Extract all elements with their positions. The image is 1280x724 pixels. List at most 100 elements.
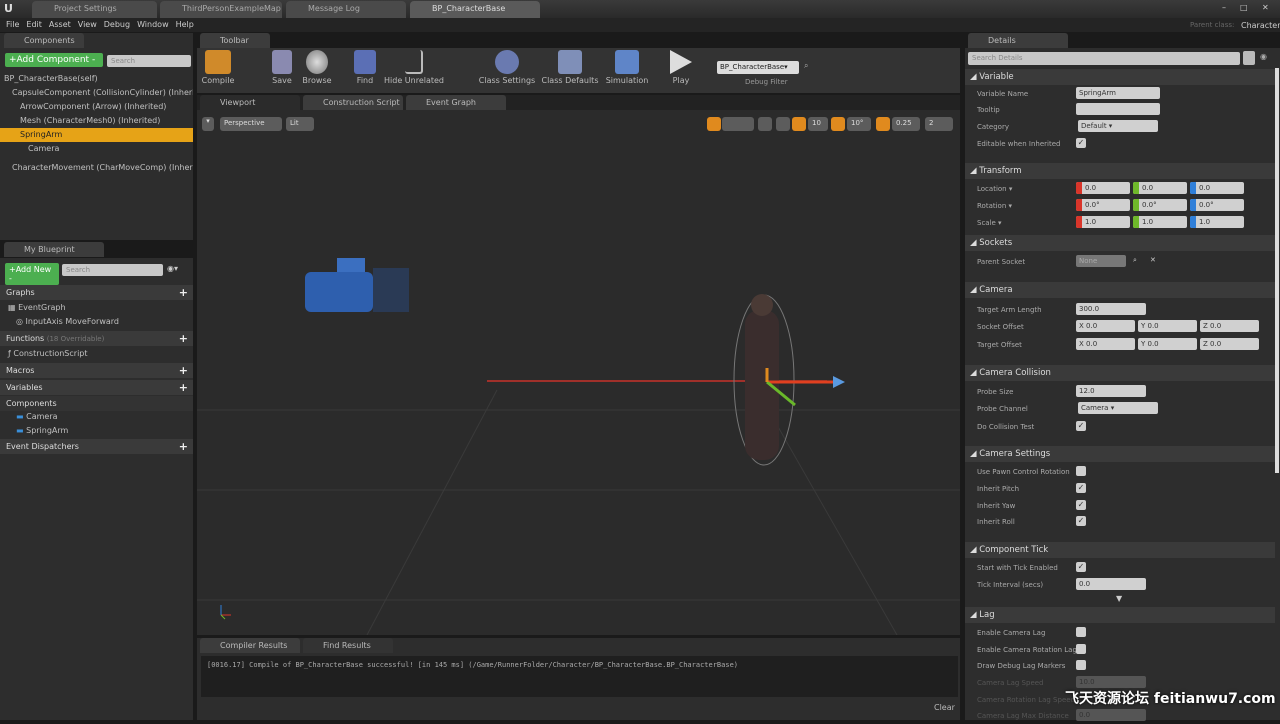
component-item[interactable]: BP_CharacterBase(self) <box>0 72 193 86</box>
menu-help[interactable]: Help <box>176 18 201 32</box>
probe-channel-dropdown[interactable]: Camera ▾ <box>1078 402 1158 414</box>
details-scrollbar[interactable] <box>1275 68 1279 473</box>
component-item[interactable]: CapsuleComponent (CollisionCylinder) (In… <box>0 86 193 100</box>
world-local-icon[interactable] <box>758 117 772 131</box>
editable-when-inherited-checkbox[interactable]: ✓ <box>1076 138 1086 148</box>
play-button[interactable]: Play <box>664 50 698 85</box>
do-collision-test-checkbox[interactable]: ✓ <box>1076 421 1086 431</box>
component-item[interactable]: SpringArm <box>0 128 193 142</box>
section-functions[interactable]: Functions (18 Overridable) + <box>0 331 193 346</box>
scale-x-input[interactable]: 1.0 <box>1076 216 1130 228</box>
section-transform[interactable]: ◢ Transform <box>965 163 1275 179</box>
menu-view[interactable]: View <box>78 18 104 32</box>
perspective-button[interactable]: Perspective <box>220 117 282 131</box>
rotation-snap-value[interactable]: 10° <box>847 117 871 131</box>
camera-speed-button[interactable]: 2 <box>925 117 953 131</box>
camera-lag-max-distance-input[interactable]: 0.0 <box>1076 709 1146 721</box>
compile-button[interactable]: Compile <box>200 50 236 85</box>
socket-search-icon[interactable]: ⌕ <box>1133 256 1137 265</box>
maximize-button[interactable]: □ <box>1240 3 1248 12</box>
viewport[interactable] <box>197 110 960 635</box>
component-item[interactable]: Mesh (CharacterMesh0) (Inherited) <box>0 114 193 128</box>
camera-lag-speed-input[interactable]: 10.0 <box>1076 676 1146 688</box>
menu-edit[interactable]: Edit <box>26 18 49 32</box>
inherit-roll-checkbox[interactable]: ✓ <box>1076 516 1086 526</box>
grid-snap-value[interactable]: 10 <box>808 117 828 131</box>
target-offset-y-input[interactable]: Y 0.0 <box>1138 338 1197 350</box>
surface-snap-icon[interactable] <box>776 117 790 131</box>
tab-construction-script[interactable]: Construction Script <box>303 95 403 110</box>
rotation-y-input[interactable]: 0.0° <box>1133 199 1187 211</box>
add-new-button[interactable]: +Add New - <box>5 263 59 285</box>
section-variables[interactable]: Variables + <box>0 380 193 395</box>
debug-filter-search-icon[interactable]: ⌕ <box>804 61 808 71</box>
component-item[interactable]: ArrowComponent (Arrow) (Inherited) <box>0 100 193 114</box>
menu-window[interactable]: Window <box>137 18 176 32</box>
view-options-eye-icon[interactable]: ◉▾ <box>167 264 178 273</box>
tick-interval-input[interactable]: 0.0 <box>1076 578 1146 590</box>
socket-offset-y-input[interactable]: Y 0.0 <box>1138 320 1197 332</box>
section-graphs[interactable]: Graphs + <box>0 285 193 300</box>
property-matrix-icon[interactable] <box>1243 51 1255 65</box>
add-variable-icon[interactable]: + <box>179 381 188 394</box>
rotation-snap-toggle-icon[interactable] <box>831 117 845 131</box>
section-lag[interactable]: ◢ Lag <box>965 607 1275 623</box>
simulation-button[interactable]: Simulation <box>604 50 650 85</box>
close-button[interactable]: ✕ <box>1262 3 1269 12</box>
location-x-input[interactable]: 0.0 <box>1076 182 1130 194</box>
my-blueprint-search-input[interactable]: Search <box>62 264 163 276</box>
menu-file[interactable]: File <box>6 18 26 32</box>
event-graph-item[interactable]: ▦ EventGraph <box>0 301 193 315</box>
use-pawn-control-rotation-checkbox[interactable] <box>1076 466 1086 476</box>
debug-filter-dropdown[interactable]: BP_CharacterBase▾ <box>717 61 799 74</box>
variable-camera[interactable]: ▬ Camera <box>0 410 193 424</box>
my-blueprint-tab[interactable]: My Blueprint <box>4 242 104 257</box>
show-advanced-arrow-icon[interactable]: ▼ <box>1116 594 1122 603</box>
parent-class-value[interactable]: Character <box>1241 21 1280 30</box>
tab-viewport[interactable]: Viewport <box>200 95 300 110</box>
window-tab-project-settings[interactable]: Project Settings <box>32 1 157 18</box>
target-offset-z-input[interactable]: Z 0.0 <box>1200 338 1259 350</box>
target-arm-length-input[interactable]: 300.0 <box>1076 303 1146 315</box>
section-variable[interactable]: ◢ Variable <box>965 69 1275 85</box>
class-settings-button[interactable]: Class Settings <box>478 50 536 85</box>
section-component-tick[interactable]: ◢ Component Tick <box>965 542 1275 558</box>
probe-size-input[interactable]: 12.0 <box>1076 385 1146 397</box>
location-z-input[interactable]: 0.0 <box>1190 182 1244 194</box>
rotation-z-input[interactable]: 0.0° <box>1190 199 1244 211</box>
variable-name-input[interactable]: SpringArm <box>1076 87 1160 99</box>
socket-offset-x-input[interactable]: X 0.0 <box>1076 320 1135 332</box>
toolbar-tab[interactable]: Toolbar <box>200 33 270 48</box>
translate-mode-icon[interactable] <box>707 117 721 131</box>
component-item[interactable]: Camera <box>0 142 193 156</box>
tab-event-graph[interactable]: Event Graph <box>406 95 506 110</box>
variable-springarm[interactable]: ▬ SpringArm <box>0 424 193 438</box>
construction-script-item[interactable]: ƒ ConstructionScript <box>0 347 193 361</box>
scale-snap-value[interactable]: 0.25 <box>892 117 920 131</box>
minimize-button[interactable]: – <box>1222 3 1226 12</box>
add-function-icon[interactable]: + <box>179 332 188 345</box>
menu-asset[interactable]: Asset <box>49 18 78 32</box>
scale-snap-toggle-icon[interactable] <box>876 117 890 131</box>
input-axis-item[interactable]: ◎ InputAxis MoveForward <box>0 315 193 329</box>
component-item[interactable]: CharacterMovement (CharMoveComp) (Inheri… <box>0 161 193 175</box>
rotation-x-input[interactable]: 0.0° <box>1076 199 1130 211</box>
viewport-options-button[interactable]: ▾ <box>202 117 214 131</box>
start-with-tick-enabled-checkbox[interactable]: ✓ <box>1076 562 1086 572</box>
draw-debug-lag-markers-checkbox[interactable] <box>1076 660 1086 670</box>
section-macros[interactable]: Macros + <box>0 363 193 378</box>
tab-compiler-results[interactable]: Compiler Results <box>200 638 300 653</box>
category-dropdown[interactable]: Default ▾ <box>1078 120 1158 132</box>
lit-button[interactable]: Lit <box>286 117 314 131</box>
add-macro-icon[interactable]: + <box>179 364 188 377</box>
components-tab[interactable]: Components <box>4 33 84 48</box>
visibility-eye-icon[interactable]: ◉ <box>1260 52 1267 61</box>
enable-camera-rotation-lag-checkbox[interactable] <box>1076 644 1086 654</box>
scale-z-input[interactable]: 1.0 <box>1190 216 1244 228</box>
window-tab-map[interactable]: ThirdPersonExampleMap <box>160 1 282 18</box>
section-camera[interactable]: ◢ Camera <box>965 282 1275 298</box>
scale-y-input[interactable]: 1.0 <box>1133 216 1187 228</box>
grid-snap-toggle-icon[interactable] <box>792 117 806 131</box>
section-components[interactable]: Components <box>0 396 193 411</box>
details-search-input[interactable]: Search Details <box>968 52 1240 65</box>
